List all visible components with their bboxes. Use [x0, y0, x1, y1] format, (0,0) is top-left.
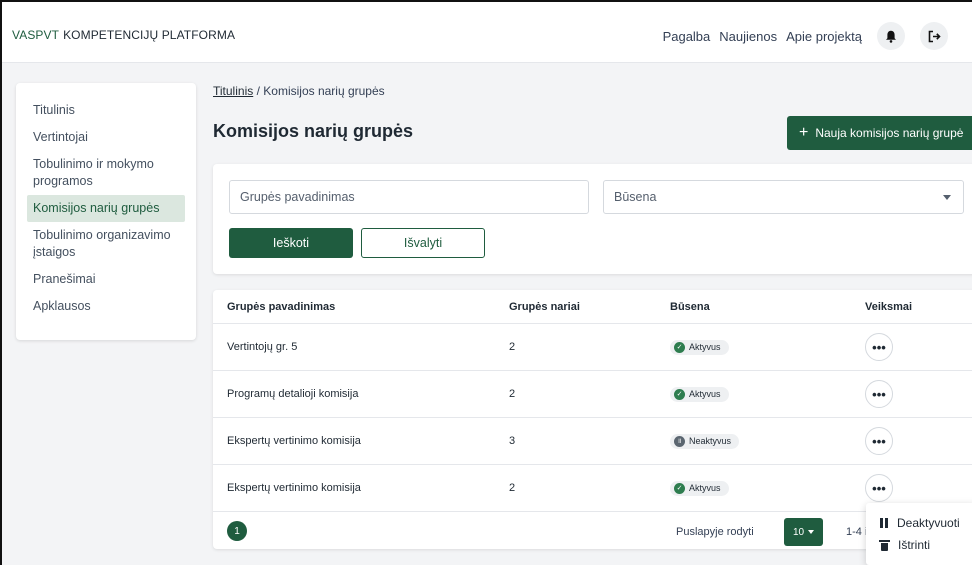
sidebar-item-notifications[interactable]: Pranešimai [27, 266, 185, 293]
table-row: Ekspertų vertinimo komisija 2 ✓ Aktyvus •… [213, 465, 972, 512]
cell-group-name: Ekspertų vertinimo komisija [227, 435, 361, 447]
more-actions-button[interactable]: ••• [865, 333, 893, 361]
check-circle-icon: ✓ [674, 482, 685, 494]
sidebar-item-evaluators[interactable]: Vertintojai [27, 124, 185, 151]
notifications-button[interactable] [877, 22, 905, 50]
sidebar-item-programs[interactable]: Tobulinimo ir mokymo programos [27, 151, 185, 195]
cell-members: 2 [509, 482, 516, 494]
logout-button[interactable] [920, 22, 948, 50]
menu-item-label: Deaktyvuoti [897, 516, 960, 530]
check-circle-icon: ✓ [674, 341, 685, 353]
column-header-members[interactable]: Grupės nariai [509, 301, 580, 313]
sidebar-item-home[interactable]: Titulinis [27, 97, 185, 124]
trash-icon [879, 539, 890, 551]
more-actions-button[interactable]: ••• [865, 427, 893, 455]
logout-icon [928, 30, 941, 42]
sidebar-item-institutions[interactable]: Tobulinimo organizavimo įstaigos [27, 222, 185, 266]
status-badge: ✓ Aktyvus [670, 480, 729, 496]
top-bar: VASPVT KOMPETENCIJŲ PLATFORMA Pagalba Nau… [0, 0, 972, 63]
brand-accent: VASPVT [12, 28, 60, 42]
search-button[interactable]: Ieškoti [229, 228, 353, 258]
row-actions: ••• [865, 474, 893, 502]
row-actions-menu: Deaktyvuoti Ištrinti [866, 503, 972, 565]
sidebar-item-committee-groups[interactable]: Komisijos narių grupės [27, 195, 185, 222]
plus-icon: + [799, 124, 809, 141]
per-page-select[interactable]: 10 [784, 518, 823, 546]
top-nav: Pagalba Naujienos Apie projektą [663, 22, 948, 50]
nav-link-about[interactable]: Apie projektą [786, 29, 862, 44]
column-header-name[interactable]: Grupės pavadinimas [227, 301, 335, 313]
table-header: Grupės pavadinimas Grupės nariai Būsena … [213, 290, 972, 324]
status-label: Aktyvus [689, 389, 721, 399]
clear-button[interactable]: Išvalyti [361, 228, 485, 258]
menu-item-label: Ištrinti [898, 538, 931, 552]
new-button-label: Nauja komisijos narių grupė [815, 126, 964, 140]
new-committee-group-button[interactable]: + Nauja komisijos narių grupė [787, 116, 972, 150]
table-row: Ekspertų vertinimo komisija 3 ॥ Neaktyvus… [213, 418, 972, 465]
pagination-range: 1-4 i [846, 526, 868, 538]
brand-text: KOMPETENCIJŲ PLATFORMA [63, 28, 236, 42]
page-button-1[interactable]: 1 [227, 521, 247, 541]
cell-members: 2 [509, 341, 516, 353]
cell-members: 3 [509, 435, 516, 447]
column-header-status[interactable]: Būsena [670, 301, 710, 313]
filter-panel: Grupės pavadinimas Būsena Ieškoti Išvaly… [213, 164, 972, 274]
row-actions: ••• [865, 333, 893, 361]
group-name-input[interactable]: Grupės pavadinimas [229, 180, 589, 214]
status-select-placeholder: Būsena [614, 190, 657, 204]
breadcrumb-current: Komisijos narių grupės [263, 84, 385, 98]
status-label: Aktyvus [689, 342, 721, 352]
check-circle-icon: ✓ [674, 388, 685, 400]
chevron-down-icon [808, 530, 815, 534]
pause-circle-icon: ॥ [674, 435, 685, 447]
table-footer: 1 Puslapyje rodyti 10 1-4 i [213, 512, 972, 549]
more-actions-button[interactable]: ••• [865, 380, 893, 408]
breadcrumb-separator: / [256, 84, 260, 98]
column-header-actions: Veiksmai [865, 300, 913, 313]
cell-group-name: Vertintojų gr. 5 [227, 341, 298, 353]
status-select[interactable]: Būsena [603, 180, 964, 214]
groups-table: Grupės pavadinimas Grupės nariai Būsena … [213, 290, 972, 549]
brand-logo[interactable]: VASPVT KOMPETENCIJŲ PLATFORMA [12, 28, 235, 42]
nav-link-help[interactable]: Pagalba [663, 29, 711, 44]
per-page-label: Puslapyje rodyti [676, 526, 754, 538]
status-label: Neaktyvus [689, 436, 732, 446]
per-page-value: 10 [792, 526, 805, 538]
cell-members: 2 [509, 388, 516, 400]
breadcrumb-home-link[interactable]: Titulinis [213, 84, 253, 98]
cell-group-name: Ekspertų vertinimo komisija [227, 482, 361, 494]
bell-icon [886, 30, 896, 43]
table-row: Vertintojų gr. 5 2 ✓ Aktyvus ••• [213, 324, 972, 371]
chevron-down-icon [943, 195, 951, 200]
more-actions-button[interactable]: ••• [865, 474, 893, 502]
row-actions: ••• [865, 427, 893, 455]
menu-item-deactivate[interactable]: Deaktyvuoti [866, 512, 972, 534]
cell-group-name: Programų detalioji komisija [227, 388, 359, 400]
row-actions: ••• [865, 380, 893, 408]
status-badge: ✓ Aktyvus [670, 386, 729, 402]
table-row: Programų detalioji komisija 2 ✓ Aktyvus •… [213, 371, 972, 418]
pause-icon [880, 518, 888, 528]
breadcrumb: Titulinis / Komisijos narių grupės [213, 84, 385, 98]
page-title: Komisijos narių grupės [213, 121, 414, 141]
menu-item-delete[interactable]: Ištrinti [866, 534, 972, 556]
status-label: Aktyvus [689, 483, 721, 493]
status-badge: ✓ Aktyvus [670, 339, 729, 355]
sidebar: Titulinis Vertintojai Tobulinimo ir moky… [16, 83, 196, 340]
status-badge: ॥ Neaktyvus [670, 433, 740, 449]
nav-link-news[interactable]: Naujienos [719, 29, 777, 44]
sidebar-item-surveys[interactable]: Apklausos [27, 293, 185, 320]
